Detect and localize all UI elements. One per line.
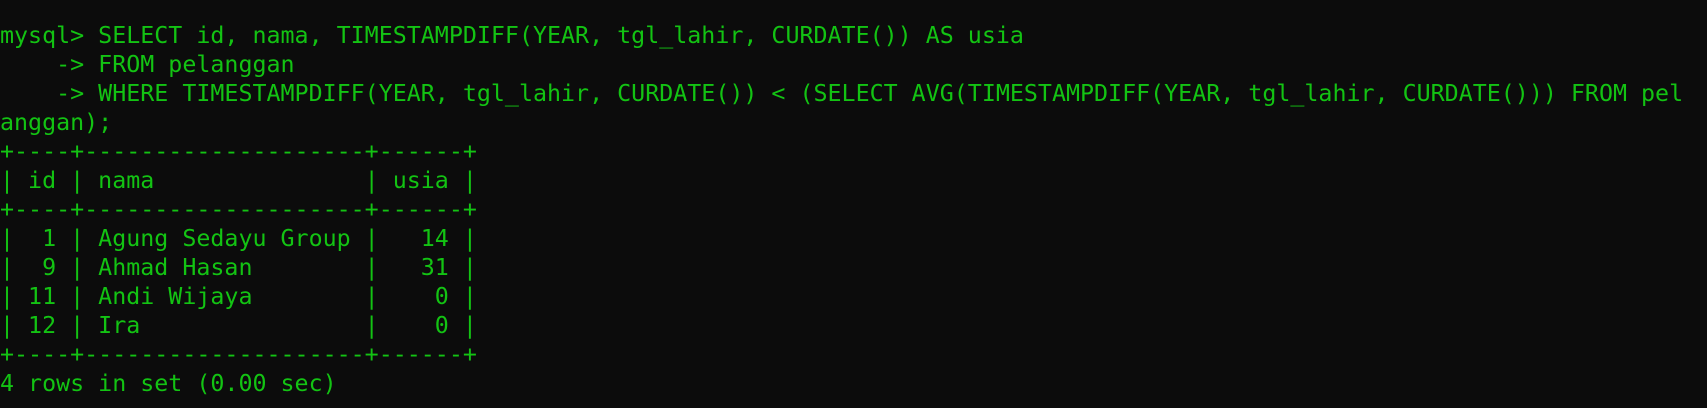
result-summary: 4 rows in set (0.00 sec) [0, 370, 337, 397]
table-row: | 11 | Andi Wijaya | 0 | [0, 283, 477, 310]
table-row: | 9 | Ahmad Hasan | 31 | [0, 254, 477, 281]
terminal-output[interactable]: mysql> SELECT id, nama, TIMESTAMPDIFF(YE… [0, 21, 1690, 408]
query-line-from: -> FROM pelanggan [0, 51, 295, 78]
scrollbar[interactable] [1690, 0, 1707, 408]
table-border-top: +----+--------------------+------+ [0, 138, 477, 165]
query-line-wrap: anggan); [0, 109, 113, 136]
query-line-where: -> WHERE TIMESTAMPDIFF(YEAR, tgl_lahir, … [0, 80, 1684, 107]
table-border-bottom: +----+--------------------+------+ [0, 341, 477, 368]
table-header-row: | id | nama | usia | [0, 167, 477, 194]
query-line-select: mysql> SELECT id, nama, TIMESTAMPDIFF(YE… [0, 22, 1024, 49]
table-row: | 1 | Agung Sedayu Group | 14 | [0, 225, 477, 252]
table-row: | 12 | Ira | 0 | [0, 312, 477, 339]
table-border-header: +----+--------------------+------+ [0, 196, 477, 223]
